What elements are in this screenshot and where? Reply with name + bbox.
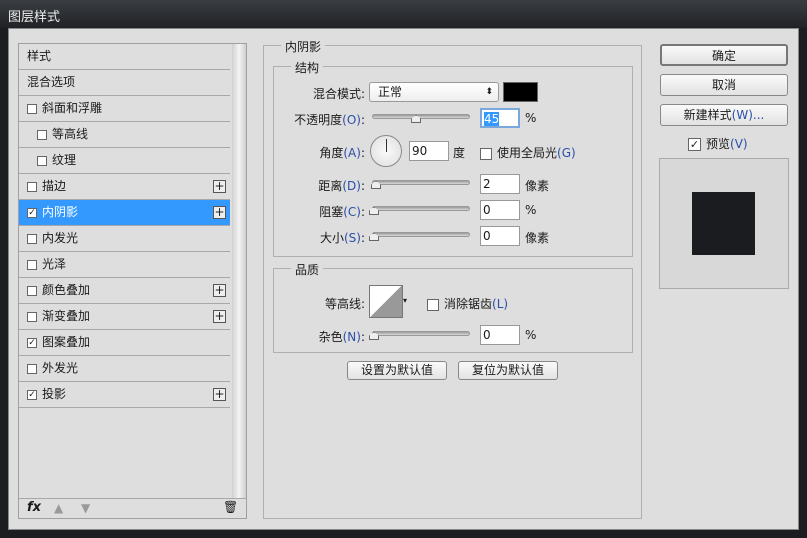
- scrollbar[interactable]: [232, 44, 246, 498]
- size-label: 大小(S):: [319, 231, 365, 245]
- noise-input[interactable]: 0: [480, 325, 520, 345]
- distance-unit: 像素: [525, 179, 550, 193]
- add-icon[interactable]: +: [213, 284, 226, 297]
- checkbox[interactable]: [37, 129, 47, 140]
- choke-label: 阻塞(C):: [319, 205, 365, 219]
- sidebar-item-label: 图案叠加: [42, 335, 91, 349]
- sidebar-item[interactable]: 斜面和浮雕: [19, 96, 230, 122]
- sidebar-item[interactable]: 颜色叠加 +: [19, 278, 230, 304]
- make-default-button[interactable]: 设置为默认值: [347, 361, 447, 380]
- sidebar-item-label: 样式: [27, 49, 52, 63]
- sidebar-item-label: 渐变叠加: [42, 309, 91, 323]
- checkbox[interactable]: ✓: [27, 389, 37, 400]
- panel-toolbar: fx ▲ ▼ 🗑: [19, 498, 246, 518]
- sidebar-item[interactable]: 渐变叠加 +: [19, 304, 230, 330]
- sidebar-item[interactable]: 等高线: [19, 122, 230, 148]
- distance-input[interactable]: 2: [480, 174, 520, 194]
- distance-slider[interactable]: [372, 180, 470, 185]
- title-bar: [0, 0, 807, 28]
- trash-icon[interactable]: 🗑: [223, 500, 238, 514]
- choke-input[interactable]: 0: [480, 200, 520, 220]
- angle-dial[interactable]: [370, 135, 402, 167]
- sidebar-item[interactable]: 内发光: [19, 226, 230, 252]
- structure-title: 结构: [291, 59, 324, 76]
- sidebar-item[interactable]: 样式: [19, 44, 230, 70]
- size-unit: 像素: [525, 231, 550, 245]
- blend-mode-label: 混合模式:: [312, 87, 365, 101]
- opacity-label: 不透明度(O):: [294, 113, 365, 127]
- noise-slider[interactable]: [372, 331, 470, 336]
- checkbox[interactable]: ✓: [27, 207, 37, 218]
- group-title: 内阴影: [281, 38, 326, 55]
- sidebar-item-label: 外发光: [42, 361, 79, 375]
- sidebar-item[interactable]: 描边 +: [19, 174, 230, 200]
- noise-label: 杂色(N):: [318, 330, 365, 344]
- checkbox[interactable]: [37, 155, 47, 166]
- window-title: 图层样式: [8, 10, 61, 25]
- choke-unit: %: [525, 203, 537, 217]
- checkbox[interactable]: [27, 363, 37, 374]
- opacity-slider[interactable]: [372, 114, 470, 119]
- cancel-button[interactable]: 取消: [660, 74, 788, 96]
- size-input[interactable]: 0: [480, 226, 520, 246]
- add-icon[interactable]: +: [213, 206, 226, 219]
- blend-mode-select[interactable]: 正常 ⬍: [369, 82, 499, 102]
- quality-title: 品质: [291, 261, 324, 278]
- angle-label: 角度(A):: [319, 146, 365, 160]
- sidebar-item-label: 斜面和浮雕: [42, 101, 103, 115]
- add-icon[interactable]: +: [213, 180, 226, 193]
- sidebar-item[interactable]: ✓ 图案叠加: [19, 330, 230, 356]
- sidebar-item[interactable]: 纹理: [19, 148, 230, 174]
- preview-box: [659, 158, 789, 289]
- checkbox[interactable]: [27, 103, 37, 114]
- opacity-unit: %: [525, 111, 537, 125]
- sidebar-item-label: 光泽: [42, 257, 67, 271]
- sidebar-item[interactable]: 光泽: [19, 252, 230, 278]
- checkbox[interactable]: [27, 311, 37, 322]
- checkbox[interactable]: [27, 259, 37, 270]
- move-up-icon[interactable]: ▲: [54, 501, 63, 515]
- sidebar-item-label: 内发光: [42, 231, 79, 245]
- angle-input[interactable]: 90: [409, 141, 449, 161]
- sidebar-item-label: 混合选项: [27, 75, 76, 89]
- sidebar-item-label: 描边: [42, 179, 67, 193]
- add-icon[interactable]: +: [213, 310, 226, 323]
- sidebar-item[interactable]: ✓ 内阴影 +: [19, 200, 230, 226]
- global-light-checkbox[interactable]: 使用全局光(G): [480, 144, 576, 161]
- add-icon[interactable]: +: [213, 388, 226, 401]
- noise-unit: %: [525, 328, 537, 342]
- choke-slider[interactable]: [372, 206, 470, 211]
- reset-default-button[interactable]: 复位为默认值: [458, 361, 558, 380]
- opacity-input[interactable]: 45: [480, 108, 520, 128]
- sidebar-item-label: 颜色叠加: [42, 283, 91, 297]
- ok-button[interactable]: 确定: [660, 44, 788, 66]
- sidebar-item-label: 纹理: [52, 153, 77, 167]
- sidebar-item-label: 投影: [42, 387, 67, 401]
- shadow-color-swatch[interactable]: [503, 82, 538, 102]
- angle-unit: 度: [453, 146, 466, 160]
- contour-picker[interactable]: [369, 285, 403, 318]
- sidebar-item-label: 等高线: [52, 127, 89, 141]
- antialias-checkbox[interactable]: 消除锯齿(L): [427, 295, 508, 312]
- sidebar-item-label: 内阴影: [42, 205, 79, 219]
- move-down-icon[interactable]: ▼: [81, 501, 90, 515]
- checkbox[interactable]: [27, 233, 37, 244]
- fx-icon[interactable]: fx: [27, 500, 41, 515]
- checkbox[interactable]: ✓: [27, 337, 37, 348]
- contour-dropdown-icon[interactable]: ▾: [403, 296, 407, 305]
- distance-label: 距离(D):: [318, 179, 365, 193]
- sidebar-item[interactable]: ✓ 投影 +: [19, 382, 230, 408]
- contour-label: 等高线:: [324, 297, 365, 311]
- sidebar-item[interactable]: 混合选项: [19, 70, 230, 96]
- checkbox[interactable]: [27, 285, 37, 296]
- size-slider[interactable]: [372, 232, 470, 237]
- preview-swatch: [692, 192, 755, 255]
- new-style-button[interactable]: 新建样式(W)...: [660, 104, 788, 126]
- checkbox[interactable]: [27, 181, 37, 192]
- sidebar-item[interactable]: 外发光: [19, 356, 230, 382]
- preview-checkbox[interactable]: ✓ 预览(V): [688, 135, 748, 152]
